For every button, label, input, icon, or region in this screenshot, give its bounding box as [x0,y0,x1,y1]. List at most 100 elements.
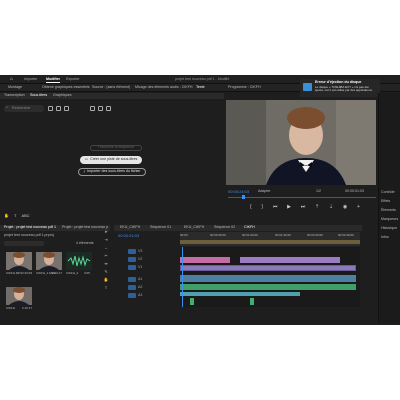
right-item-control[interactable]: Contrôle [381,190,395,195]
hand-tool-icon[interactable]: ✋ [4,214,9,220]
filter-icon[interactable] [48,106,53,111]
menu-text[interactable]: Texte [196,85,205,90]
sequence-tab-3[interactable]: EKU_CIKFH [184,225,204,230]
clip-thumb-1[interactable] [6,252,32,270]
ruler-tick: 00:01:30:00 [275,233,291,237]
sequence-tabs: EKU_CIKFH Séquence 01 EKU_CIKFH Séquence… [114,225,362,231]
right-item-effects[interactable]: Effets [381,199,390,204]
sequence-tab-5[interactable]: CIKFH [244,225,255,230]
clip-thumb-4[interactable] [6,287,32,305]
create-caption-track-button[interactable]: ▭ Créer une piste de sous-titres [80,156,142,164]
notification-banner[interactable]: Erreur d'éjection du disque Le disque « … [300,79,380,97]
video-clip[interactable] [180,257,230,263]
track-select-icon[interactable]: ⇥ [104,238,107,242]
camera-icon[interactable]: ◉ [343,205,347,211]
track-header-v3[interactable] [128,249,136,254]
project-search[interactable] [4,241,44,246]
playhead-marker[interactable] [242,195,245,199]
razor-tool-icon[interactable]: ✂ [104,254,107,258]
sequence-tab-1[interactable]: EKU_CIKFH [120,225,140,230]
timeline-playhead[interactable] [182,247,183,307]
pen-tool-icon[interactable]: ✎ [104,270,107,274]
audio-clip[interactable] [180,292,300,296]
program-timecode[interactable]: 00:00:24:03 [228,190,249,194]
mark-out-icon[interactable]: } [261,205,263,211]
next-icon[interactable] [64,106,69,111]
project-tab[interactable]: Projet : projet test nouveau pdf 1 [4,225,56,230]
clip-name-1: CIKFH.MP4 [6,271,23,275]
tab-graphics[interactable]: Graphiques [53,93,72,98]
ratio-dropdown[interactable]: 1/2 [316,189,321,194]
selection-tool-icon[interactable]: ➤ [104,230,107,234]
audio-clip[interactable] [250,298,254,305]
tab-transcription[interactable]: Transcription [4,93,25,98]
type-tool-icon[interactable]: T [105,286,107,290]
sequence-tab-4[interactable]: Séquence 02 [214,225,235,230]
audio-clip[interactable] [190,298,194,305]
track-header-a1[interactable] [128,277,136,282]
menu-audio-mixer[interactable]: Mixage des éléments audio : CIKFH [135,85,193,90]
disk-icon [303,83,312,91]
tool-strip: ✋ T ABC [4,214,44,220]
transport-controls: { } ⏮ ▶ ⏭ ⇡ ⇣ ◉ + [250,205,360,211]
more-icon[interactable] [106,106,111,111]
ripple-edit-icon[interactable]: ↔ [104,246,108,250]
style-icon[interactable] [98,106,103,111]
step-forward-icon[interactable]: ⏭ [301,205,306,211]
text-tool-icon[interactable]: T [14,214,16,220]
track-header-a2[interactable] [128,285,136,290]
right-item-history[interactable]: Historique [381,226,397,231]
work-area-bar[interactable] [180,240,360,244]
export-tab[interactable]: Exporter [66,77,80,82]
audio-clip[interactable] [180,275,356,282]
clip-thumb-image [6,252,32,270]
project-file-name: projet test nouveau pdf 1.prproj [4,233,54,237]
edit-tab[interactable]: Modifier [46,77,60,83]
previous-icon[interactable] [56,106,61,111]
extract-icon[interactable]: ⇣ [329,205,333,211]
right-item-elements[interactable]: Éléments [381,208,396,213]
clip-duration-2: 2:10:17 [52,271,63,275]
settings-icon[interactable] [90,106,95,111]
abc-icon[interactable]: ABC [21,214,29,220]
menu-program[interactable]: Programme : CIKFH [228,85,261,90]
timeline-tracks[interactable] [180,247,360,307]
track-label-a2: A2 [138,285,143,289]
menu-montage[interactable]: Montage [8,85,22,90]
clip-thumb-2[interactable] [36,252,62,270]
right-item-info[interactable]: Infos [381,235,389,240]
right-item-markers[interactable]: Marqueurs [381,217,398,222]
timeline-ruler[interactable]: 00:00 00:00:30:00 00:01:00:00 00:01:30:0… [180,232,360,246]
search-box[interactable]: ⌕ Rechercher [4,105,44,112]
add-icon[interactable]: + [357,205,360,211]
track-header-a3[interactable] [128,293,136,298]
ruler-tick: 00:00:30:00 [210,233,226,237]
caption-icon: ▭ [84,157,89,162]
clip-thumb-3[interactable] [66,252,92,270]
hand-tool-icon[interactable]: ✋ [104,278,109,282]
program-scrubber[interactable] [228,195,376,199]
clip-duration-3: 3:05 [84,271,90,275]
transcribe-button[interactable]: Transcrire la séquence [90,145,142,151]
menu-graphics[interactable]: Obtenir graphiques essentiels [42,85,90,90]
sequence-tab-2[interactable]: Séquence 01 [150,225,171,230]
video-clip[interactable] [240,257,340,263]
video-clip[interactable] [180,265,356,271]
mark-in-icon[interactable]: { [250,205,252,211]
sequence-timecode[interactable]: 00:00:24:03 [118,234,139,238]
import-tab[interactable]: Importer [24,77,37,82]
slip-tool-icon[interactable]: ⇹ [104,262,107,266]
fit-dropdown[interactable]: Adapter [258,189,271,194]
step-back-icon[interactable]: ⏮ [273,205,278,211]
menu-source[interactable]: Source : (sans élément) [92,85,130,90]
tab-subtitles[interactable]: Sous-titres [30,93,47,98]
premiere-window: ⌂ Importer Modifier Exporter projet test… [0,75,400,325]
track-header-v2[interactable] [128,257,136,262]
audio-waveform-icon [66,252,92,270]
play-icon[interactable]: ▶ [287,205,291,211]
track-header-v1[interactable] [128,265,136,270]
audio-clip[interactable] [180,284,356,290]
lift-icon[interactable]: ⇡ [315,205,319,211]
import-captions-button[interactable]: ⤓ Importer des sous-titres du fichier [78,168,146,176]
home-icon[interactable]: ⌂ [10,77,13,82]
